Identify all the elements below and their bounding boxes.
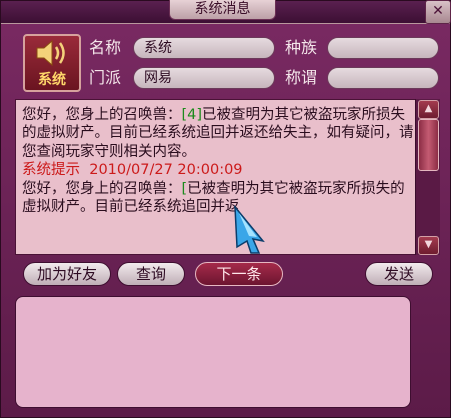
reply-input[interactable] (15, 296, 411, 408)
message-header: 系统提示 (22, 162, 80, 179)
message-scrollbar[interactable]: ▲ ▼ (415, 99, 440, 255)
system-message-window: 系统消息 ✕ 系统 名称 系统 种族 门派 网易 称谓 您好，您身上的召唤兽：[… (0, 0, 451, 418)
race-field (327, 37, 439, 59)
message-item: 您好，您身上的召唤兽：[已被查明为其它被盗玩家所损失的虚拟财产。目前已经系统追回… (22, 180, 405, 216)
title-field (327, 67, 439, 89)
close-icon[interactable]: ✕ (425, 0, 451, 24)
faction-field: 网易 (133, 67, 275, 89)
message-log[interactable]: 您好，您身上的召唤兽：[4]已被查明为其它被盗玩家所损失的虚拟财产。目前已经系统… (15, 99, 439, 255)
pet-tag[interactable]: [4] (182, 107, 203, 123)
window-title: 系统消息 (169, 0, 276, 20)
scroll-down-icon[interactable]: ▼ (418, 236, 439, 255)
message-item: 您好，您身上的召唤兽：[4]已被查明为其它被盗玩家所损失的虚拟财产。目前已经系统… (22, 107, 414, 160)
name-field: 系统 (133, 37, 275, 59)
add-friend-button[interactable]: 加为好友 (23, 262, 111, 286)
message-timestamp: 2010/07/27 20:00:09 (89, 162, 243, 179)
speaker-icon (36, 39, 65, 67)
faction-label: 门派 (89, 68, 122, 87)
sender-badge-label: 系统 (38, 72, 66, 88)
query-button[interactable]: 查询 (117, 262, 185, 286)
message-item: 系统提示 2010/07/27 20:00:09 (22, 161, 414, 179)
send-button[interactable]: 发送 (365, 262, 433, 286)
next-message-button[interactable]: 下一条 (195, 262, 283, 286)
sender-avatar: 系统 (23, 34, 81, 92)
race-label: 种族 (285, 38, 318, 57)
name-label: 名称 (89, 38, 122, 57)
scroll-up-icon[interactable]: ▲ (418, 100, 439, 119)
message-text: 您好，您身上的召唤兽：[4]已被查明为其它被盗玩家所损失的虚拟财产。目前已经系统… (22, 106, 414, 216)
title-bar[interactable]: 系统消息 ✕ (1, 0, 451, 24)
scroll-thumb[interactable] (418, 119, 439, 171)
title-label: 称谓 (285, 68, 318, 87)
mouse-cursor-icon (234, 205, 265, 254)
